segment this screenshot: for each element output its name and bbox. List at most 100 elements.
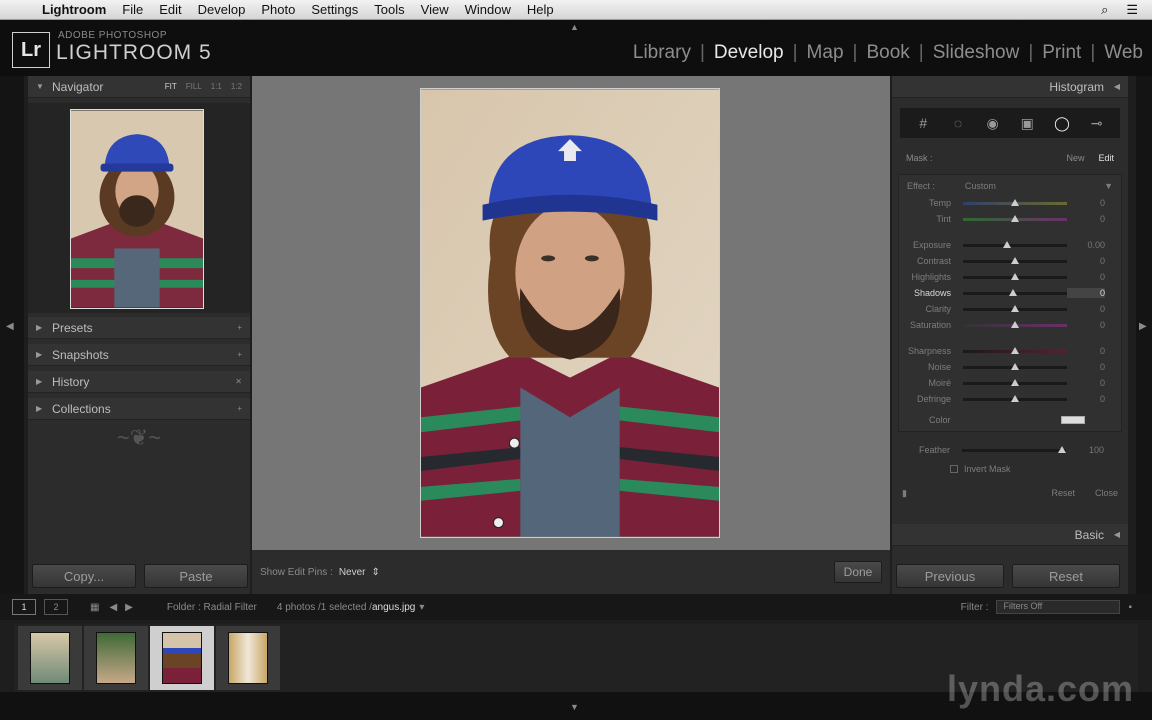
add-collection-icon[interactable]: + bbox=[237, 404, 242, 413]
saturation-slider[interactable] bbox=[963, 320, 1067, 328]
show-edit-pins-select[interactable]: Never bbox=[339, 567, 366, 578]
zoom-1-2[interactable]: 1:2 bbox=[231, 82, 242, 91]
feather-slider[interactable] bbox=[962, 445, 1066, 453]
menu-edit[interactable]: Edit bbox=[151, 2, 189, 17]
slider-knob[interactable] bbox=[1011, 256, 1019, 264]
slider-knob[interactable] bbox=[1011, 272, 1019, 280]
selected-filename[interactable]: angus.jpg bbox=[372, 602, 415, 613]
module-slideshow[interactable]: Slideshow bbox=[924, 42, 1029, 64]
module-develop[interactable]: Develop bbox=[705, 42, 793, 64]
navigator-header[interactable]: ▼ Navigator FIT FILL 1:1 1:2 bbox=[28, 76, 250, 98]
forward-arrow-icon[interactable]: ▶ bbox=[125, 602, 133, 613]
menu-settings[interactable]: Settings bbox=[303, 2, 366, 17]
chevron-down-icon[interactable]: ▾ bbox=[419, 602, 424, 613]
sharpness-slider[interactable] bbox=[963, 346, 1067, 354]
main-photo[interactable] bbox=[420, 88, 720, 538]
histogram-header[interactable]: Histogram ◀ bbox=[892, 76, 1128, 98]
slider-knob[interactable] bbox=[1011, 304, 1019, 312]
menu-develop[interactable]: Develop bbox=[190, 2, 254, 17]
slider-value[interactable]: 0 bbox=[1067, 394, 1105, 404]
toggle-switch-icon[interactable]: ▮ bbox=[902, 488, 907, 499]
slider-knob[interactable] bbox=[1011, 198, 1019, 206]
adjustment-brush-icon[interactable]: ⊸ bbox=[1087, 113, 1107, 133]
slider-knob[interactable] bbox=[1011, 394, 1019, 402]
slider-value[interactable]: 0 bbox=[1067, 320, 1105, 330]
grid-icon[interactable]: ▦ bbox=[90, 602, 99, 613]
slider-value[interactable]: 0 bbox=[1067, 198, 1105, 208]
menu-window[interactable]: Window bbox=[457, 2, 519, 17]
effect-preset-select[interactable]: Custom bbox=[965, 181, 996, 191]
temp-slider[interactable] bbox=[963, 198, 1067, 206]
slider-value[interactable]: 0 bbox=[1067, 288, 1105, 298]
loupe-view[interactable] bbox=[252, 76, 890, 550]
back-arrow-icon[interactable]: ◀ bbox=[109, 602, 117, 613]
feather-value[interactable]: 100 bbox=[1066, 445, 1104, 455]
slider-knob[interactable] bbox=[1003, 240, 1011, 248]
mask-edit-button[interactable]: Edit bbox=[1098, 153, 1114, 163]
mask-new-button[interactable]: New bbox=[1066, 153, 1084, 163]
basic-header[interactable]: Basic ◀ bbox=[892, 524, 1128, 546]
slider-value[interactable]: 0 bbox=[1067, 362, 1105, 372]
module-web[interactable]: Web bbox=[1095, 42, 1152, 64]
slider-value[interactable]: 0 bbox=[1067, 346, 1105, 356]
snapshots-header[interactable]: ▶ Snapshots + bbox=[28, 344, 250, 366]
mask-reset-button[interactable]: Reset bbox=[1051, 488, 1075, 498]
filter-select[interactable]: Filters Off bbox=[996, 600, 1121, 614]
add-snapshot-icon[interactable]: + bbox=[237, 350, 242, 359]
red-eye-icon[interactable]: ◉ bbox=[983, 113, 1003, 133]
second-screen-button[interactable]: 2 bbox=[44, 599, 68, 615]
effect-disclosure-icon[interactable]: ▼ bbox=[1104, 181, 1113, 191]
copy-button[interactable]: Copy... bbox=[32, 564, 136, 588]
folder-source[interactable]: Folder : Radial Filter bbox=[167, 602, 257, 613]
navigator-preview[interactable] bbox=[28, 103, 250, 313]
graduated-filter-icon[interactable]: ▣ bbox=[1017, 113, 1037, 133]
reset-button[interactable]: Reset bbox=[1012, 564, 1120, 588]
done-button[interactable]: Done bbox=[834, 561, 882, 583]
module-library[interactable]: Library bbox=[624, 42, 700, 64]
slider-knob[interactable] bbox=[1011, 378, 1019, 386]
navigator-thumbnail[interactable] bbox=[70, 109, 204, 309]
zoom-fit[interactable]: FIT bbox=[165, 82, 177, 91]
slider-knob[interactable] bbox=[1058, 445, 1066, 453]
invert-mask-checkbox[interactable] bbox=[950, 465, 958, 473]
contrast-slider[interactable] bbox=[963, 256, 1067, 264]
mask-close-button[interactable]: Close bbox=[1095, 488, 1118, 498]
filmstrip-thumb[interactable] bbox=[84, 626, 148, 690]
module-map[interactable]: Map bbox=[798, 42, 853, 64]
clear-history-icon[interactable]: ✕ bbox=[235, 377, 242, 386]
slider-knob[interactable] bbox=[1011, 214, 1019, 222]
slider-value[interactable]: 0 bbox=[1067, 378, 1105, 388]
collapse-bottom-arrow-icon[interactable]: ▼ bbox=[570, 702, 579, 712]
spot-removal-icon[interactable]: ◌ bbox=[948, 113, 968, 133]
zoom-1-1[interactable]: 1:1 bbox=[211, 82, 222, 91]
tint-slider[interactable] bbox=[963, 214, 1067, 222]
filmstrip-thumb[interactable] bbox=[216, 626, 280, 690]
noise-slider[interactable] bbox=[963, 362, 1067, 370]
menu-file[interactable]: File bbox=[114, 2, 151, 17]
filmstrip-thumb-selected[interactable] bbox=[150, 626, 214, 690]
collapse-left-arrow-icon[interactable]: ◀ bbox=[6, 321, 14, 332]
crop-overlay-icon[interactable]: # bbox=[913, 113, 933, 133]
collapse-top-arrow-icon[interactable]: ▲ bbox=[570, 22, 579, 32]
presets-header[interactable]: ▶ Presets + bbox=[28, 317, 250, 339]
slider-value[interactable]: 0 bbox=[1067, 304, 1105, 314]
lock-icon[interactable]: ▪ bbox=[1128, 602, 1132, 613]
slider-knob[interactable] bbox=[1009, 288, 1017, 296]
previous-button[interactable]: Previous bbox=[896, 564, 1004, 588]
zoom-fill[interactable]: FILL bbox=[186, 82, 202, 91]
slider-value[interactable]: 0 bbox=[1067, 272, 1105, 282]
paste-button[interactable]: Paste bbox=[144, 564, 248, 588]
defringe-slider[interactable] bbox=[963, 394, 1067, 402]
exposure-slider[interactable] bbox=[963, 240, 1067, 248]
clarity-slider[interactable] bbox=[963, 304, 1067, 312]
menu-tools[interactable]: Tools bbox=[366, 2, 412, 17]
slider-value[interactable]: 0 bbox=[1067, 214, 1105, 224]
moire-slider[interactable] bbox=[963, 378, 1067, 386]
menu-photo[interactable]: Photo bbox=[253, 2, 303, 17]
select-arrows-icon[interactable]: ⇕ bbox=[372, 567, 380, 578]
notification-list-icon[interactable]: ☰ bbox=[1126, 2, 1138, 18]
menu-help[interactable]: Help bbox=[519, 2, 562, 17]
color-swatch[interactable] bbox=[1061, 416, 1085, 424]
highlights-slider[interactable] bbox=[963, 272, 1067, 280]
module-print[interactable]: Print bbox=[1033, 42, 1090, 64]
